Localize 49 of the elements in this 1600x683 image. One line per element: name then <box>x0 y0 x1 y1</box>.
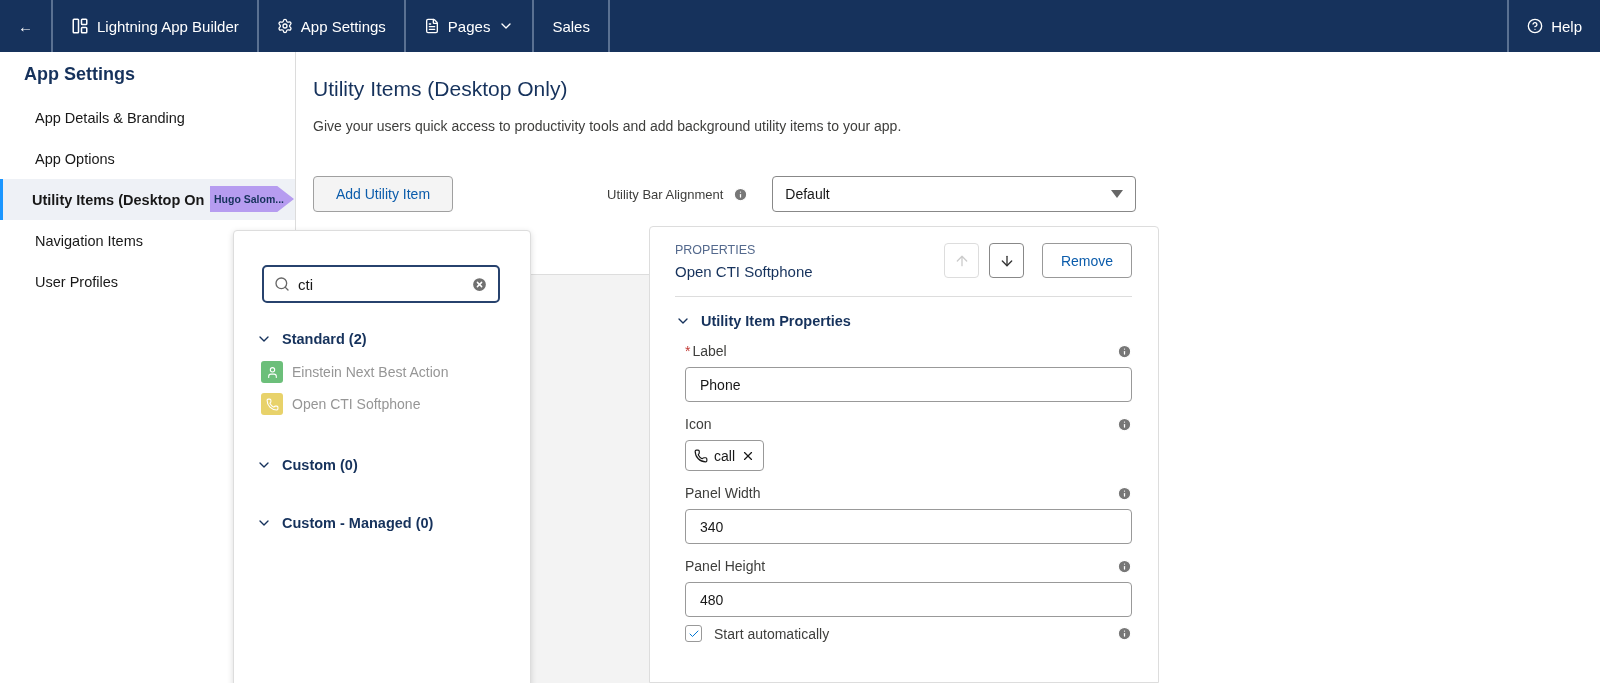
field-label: *Label <box>685 343 727 359</box>
item-name: Open CTI Softphone <box>675 263 813 280</box>
nav-tab[interactable]: Sales <box>534 0 610 52</box>
text-input[interactable]: 340 <box>685 509 1132 544</box>
info-icon[interactable] <box>1117 343 1132 359</box>
help-icon <box>1527 18 1544 34</box>
checkbox-label: Start automatically <box>714 625 830 642</box>
move-down-button[interactable] <box>989 243 1024 278</box>
layout-icon <box>71 17 89 35</box>
required-asterisk: * <box>685 343 691 359</box>
icon-pill[interactable]: call <box>685 440 764 471</box>
info-icon[interactable] <box>733 186 749 202</box>
group-header[interactable]: Custom - Managed (0) <box>256 515 434 531</box>
text-input[interactable]: Phone <box>685 367 1132 402</box>
field-label: Panel Height <box>685 558 766 574</box>
field-label: Utility Bar Alignment <box>607 186 724 202</box>
page-description: Give your users quick access to productivity tools and add background utility items to your app. <box>313 118 903 134</box>
search-field[interactable]: cti <box>262 265 500 303</box>
clear-icon[interactable] <box>471 275 488 293</box>
sidebar-item[interactable]: App Options <box>0 138 295 179</box>
group-header[interactable]: Standard (2) <box>256 331 367 347</box>
page-title: Utility Items (Desktop Only) <box>313 77 569 101</box>
back-button[interactable]: ← <box>0 0 53 52</box>
field-label: Panel Width <box>685 485 761 501</box>
info-icon[interactable] <box>1117 416 1132 432</box>
info-icon[interactable] <box>1117 485 1132 501</box>
section-header[interactable]: Utility Item Properties <box>675 313 851 329</box>
document-icon <box>423 18 440 34</box>
search-icon <box>274 276 290 292</box>
panel-heading: PROPERTIES <box>675 243 757 257</box>
settings-icon <box>276 18 293 34</box>
alignment-select[interactable]: Default <box>772 176 1137 212</box>
nav-tab[interactable]: Lightning App Builder <box>53 0 259 52</box>
text-input[interactable]: 480 <box>685 582 1132 617</box>
info-icon[interactable] <box>1117 626 1132 641</box>
nav-tab[interactable]: Pages <box>405 0 535 52</box>
nav-tab[interactable]: App Settings <box>258 0 406 52</box>
cursor-name-tooltip: Hugo Salom... <box>210 186 294 212</box>
remove-button[interactable]: Remove <box>1042 243 1132 278</box>
checkbox[interactable] <box>685 625 702 642</box>
dropdown-caret-icon <box>1111 190 1124 198</box>
add-utility-item-button[interactable]: Add Utility Item <box>313 176 453 212</box>
phone-icon <box>694 448 708 463</box>
field-label: Icon <box>685 416 712 432</box>
sidebar-title: App Settings <box>23 64 136 86</box>
help-button[interactable]: Help <box>1507 0 1600 52</box>
info-icon[interactable] <box>1117 558 1132 574</box>
group-header[interactable]: Custom (0) <box>256 457 358 473</box>
sidebar-item[interactable]: App Details & Branding <box>0 97 295 138</box>
